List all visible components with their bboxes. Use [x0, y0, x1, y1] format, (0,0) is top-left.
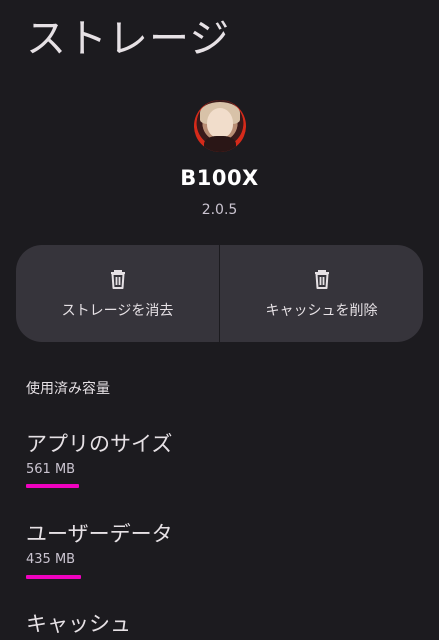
app-size-title: アプリのサイズ — [26, 432, 173, 456]
user-data-title: ユーザーデータ — [26, 522, 173, 546]
user-data-item: ユーザーデータ 435 MB — [26, 518, 173, 567]
cache-title: キャッシュ — [26, 612, 131, 636]
app-icon-face — [206, 108, 233, 138]
cache-item: キャッシュ — [26, 608, 131, 638]
app-size-item: アプリのサイズ 561 MB — [26, 428, 172, 477]
app-version: 2.0.5 — [201, 202, 238, 218]
app-name: B100X — [180, 166, 259, 190]
clear-storage-label: ストレージを消去 — [61, 302, 174, 319]
trash-icon — [110, 269, 125, 289]
storage-actions-card: ストレージを消去 キャッシュを削除 — [16, 245, 423, 342]
app-icon-body — [203, 136, 236, 152]
clear-cache-button[interactable]: キャッシュを削除 — [220, 245, 423, 342]
trash-icon — [314, 269, 329, 289]
user-data-highlight — [26, 575, 81, 579]
storage-page: ストレージ B100X 2.0.5 ストレージを消去 キャッシュを削除 使用済み… — [0, 0, 439, 640]
app-icon — [193, 100, 246, 152]
used-space-section-label: 使用済み容量 — [26, 381, 110, 397]
page-title: ストレージ — [26, 16, 231, 62]
app-header: B100X 2.0.5 — [0, 100, 439, 218]
user-data-value: 435 MB — [26, 552, 76, 567]
app-size-highlight — [26, 484, 79, 488]
clear-storage-button[interactable]: ストレージを消去 — [16, 245, 219, 342]
clear-cache-label: キャッシュを削除 — [265, 302, 378, 319]
app-size-value: 561 MB — [26, 462, 76, 477]
